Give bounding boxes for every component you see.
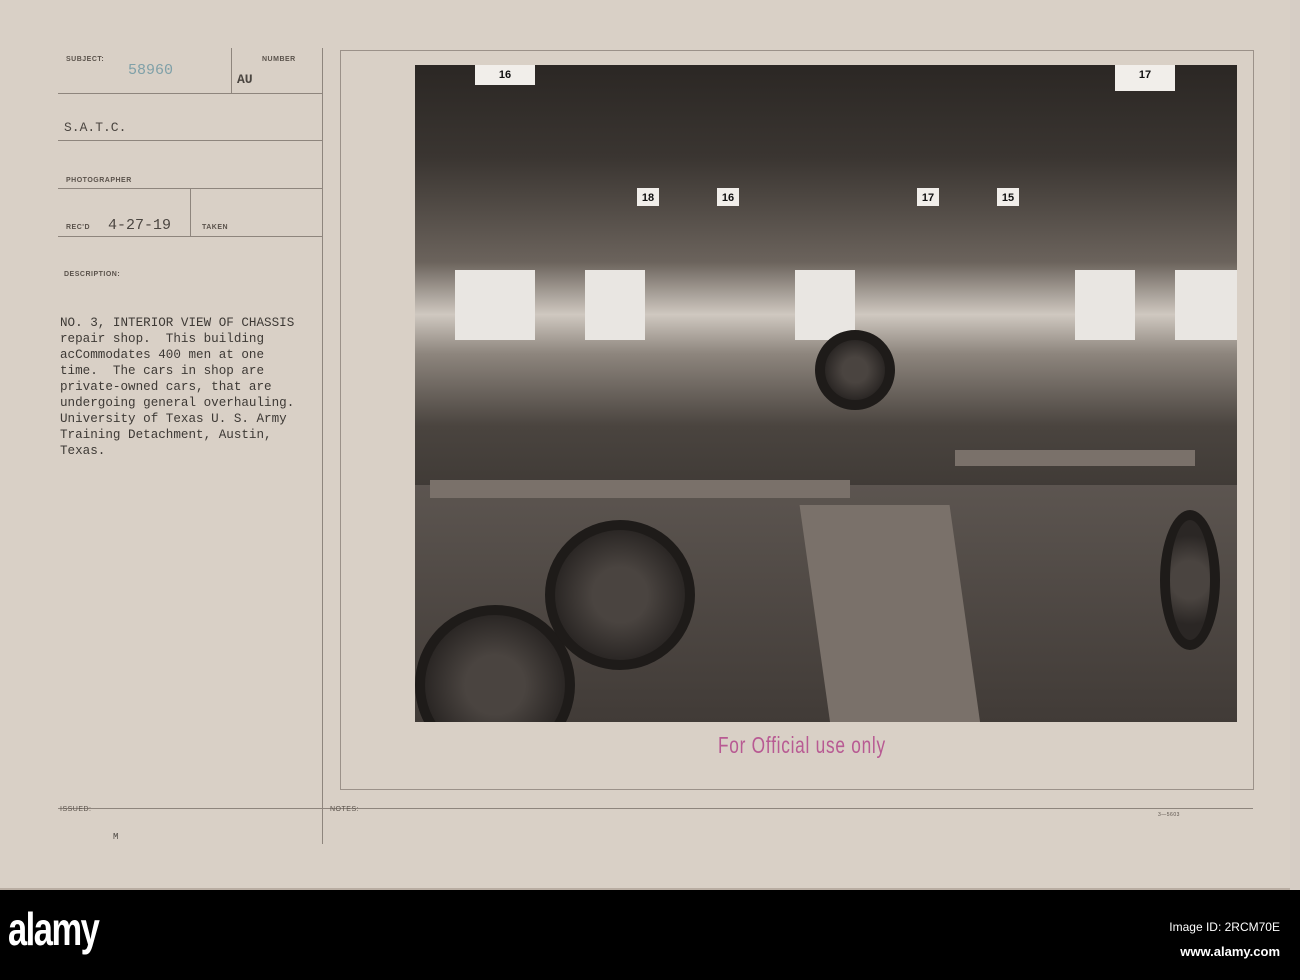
wheel xyxy=(815,330,895,410)
recd-date: 4-27-19 xyxy=(108,217,172,234)
section-sign: 18 xyxy=(637,188,659,206)
recd-label: REC'D xyxy=(66,224,90,231)
section-sign: 15 xyxy=(997,188,1019,206)
watermark-footer: alamy Image ID: 2RCM70E www.alamy.com xyxy=(0,890,1300,980)
section-sign: 16 xyxy=(717,188,739,206)
photograph-chassis-repair-shop: 18 16 17 15 16 17 xyxy=(415,65,1237,722)
divider xyxy=(322,808,323,844)
divider xyxy=(322,48,323,808)
archival-photo-card: SUBJECT: 58960 NUMBER AU S.A.T.C. PHOTOG… xyxy=(0,0,1290,890)
window xyxy=(1075,270,1135,340)
subject-label: SUBJECT: xyxy=(66,56,105,63)
unit-text: S.A.T.C. xyxy=(64,120,127,135)
divider xyxy=(231,48,232,93)
section-sign: 17 xyxy=(1115,65,1175,91)
workbench xyxy=(799,505,981,722)
description-text: NO. 3, INTERIOR VIEW OF CHASSIS repair s… xyxy=(60,316,295,458)
subject-number: 58960 xyxy=(128,62,174,79)
divider xyxy=(58,93,322,94)
window xyxy=(795,270,855,340)
wheel xyxy=(545,520,695,670)
workbench xyxy=(955,450,1195,466)
number-label: NUMBER xyxy=(262,56,296,63)
notes-label: NOTES: xyxy=(330,806,360,813)
divider xyxy=(58,236,322,237)
taken-label: TAKEN xyxy=(202,224,229,231)
section-sign: 17 xyxy=(917,188,939,206)
workbench xyxy=(430,480,850,498)
issued-mark: M xyxy=(113,832,119,842)
divider xyxy=(58,140,322,141)
description-label: DESCRIPTION: xyxy=(64,271,121,278)
divider xyxy=(58,808,1253,809)
divider xyxy=(190,188,191,236)
form-number: 3—5603 xyxy=(1158,812,1180,818)
window xyxy=(455,270,535,340)
site-url: www.alamy.com xyxy=(1180,944,1280,959)
number-value: AU xyxy=(237,72,253,87)
image-id: Image ID: 2RCM70E xyxy=(1169,920,1280,934)
window xyxy=(1175,270,1237,340)
issued-label: ISSUED: xyxy=(60,806,92,813)
photographer-label: PHOTOGRAPHER xyxy=(66,177,132,184)
alamy-logo: alamy xyxy=(8,903,100,955)
wheel xyxy=(1160,510,1220,650)
section-sign: 16 xyxy=(475,65,535,85)
window xyxy=(585,270,645,340)
official-use-stamp: For Official use only xyxy=(718,732,886,758)
